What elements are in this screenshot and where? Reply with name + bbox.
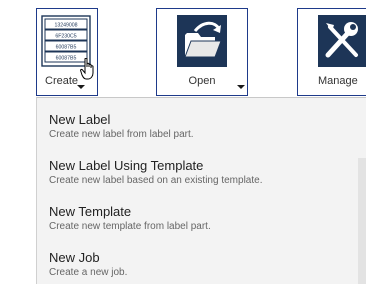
tools-icon [318,15,366,67]
open-label: Open [188,75,216,87]
hand-cursor-icon [80,57,96,85]
menu-shadow-edge [358,158,366,284]
menu-item-description: Create new label based on an existing te… [49,175,263,186]
menu-item-title: New Template [49,204,132,219]
svg-text:60087B5: 60087B5 [56,45,77,51]
menu-item-new-job[interactable]: New Job Create a new job. [49,250,356,284]
menu-item-title: New Label Using Template [49,158,204,173]
menu-item-description: Create new template from label part. [49,221,211,232]
svg-text:13249008: 13249008 [54,23,77,29]
toolbar: 13249008 6F230C5 60087B5 60087B5 Create [0,0,366,98]
create-dropdown-menu: New Label Create new label from label pa… [36,97,366,284]
open-folder-icon [177,15,227,67]
open-button[interactable]: Open [156,8,248,96]
menu-item-title: New Job [49,250,100,265]
chevron-down-icon[interactable] [77,85,85,89]
manage-label: Manage [318,75,358,87]
svg-text:60087B5: 60087B5 [56,56,77,62]
menu-item-new-template[interactable]: New Template Create new template from la… [49,204,356,244]
manage-button[interactable]: Manage [297,8,366,96]
menu-item-new-label-using-template[interactable]: New Label Using Template Create new labe… [49,158,356,198]
menu-item-new-label[interactable]: New Label Create new label from label pa… [49,112,356,152]
menu-item-description: Create new label from label part. [49,129,194,140]
menu-item-description: Create a new job. [49,267,128,278]
chevron-down-icon[interactable] [237,85,245,89]
menu-item-title: New Label [49,112,111,127]
svg-text:6F230C5: 6F230C5 [55,34,76,40]
